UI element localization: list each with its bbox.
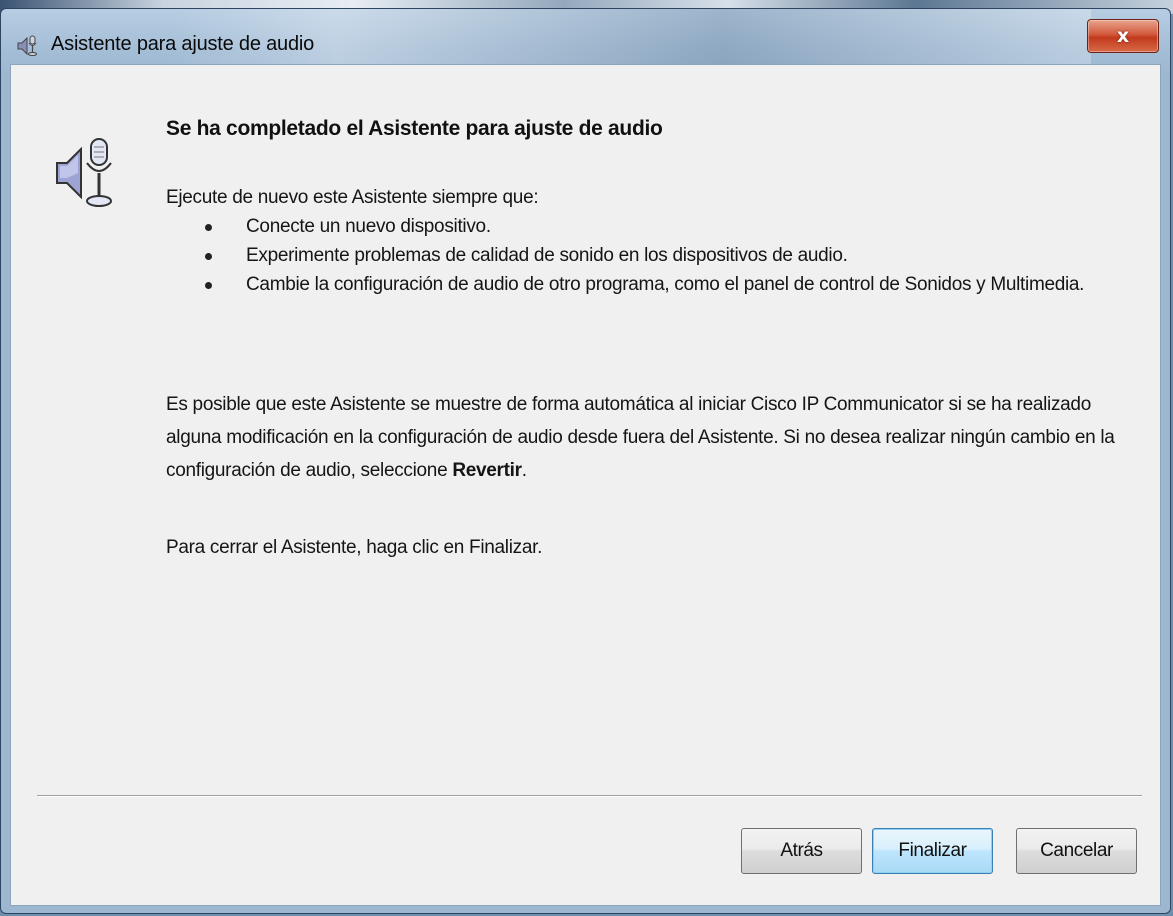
finish-button[interactable]: Finalizar — [872, 828, 993, 874]
title-bar[interactable]: Asistente para ajuste de audio x — [1, 9, 1170, 71]
close-instruction: Para cerrar el Asistente, haga clic en F… — [166, 537, 543, 558]
condition-list: Conecte un nuevo dispositivo. Experiment… — [203, 212, 1113, 299]
auto-launch-paragraph: Es posible que este Asistente se muestre… — [166, 394, 1115, 481]
audio-wizard-icon — [17, 35, 37, 56]
wizard-content: Se ha completado el Asistente para ajust… — [10, 64, 1161, 906]
list-item: Conecte un nuevo dispositivo. — [203, 212, 1113, 241]
close-button[interactable]: x — [1087, 19, 1159, 53]
back-button[interactable]: Atrás — [741, 828, 862, 874]
list-item: Experimente problemas de calidad de soni… — [203, 241, 1113, 270]
cancel-button[interactable]: Cancelar — [1016, 828, 1137, 874]
speaker-microphone-icon — [56, 138, 112, 207]
wizard-heading: Se ha completado el Asistente para ajust… — [166, 117, 663, 140]
close-icon: x — [1116, 25, 1130, 47]
intro-text: Ejecute de nuevo este Asistente siempre … — [166, 187, 539, 208]
list-item: Cambie la configuración de audio de otro… — [203, 270, 1113, 299]
bullet-icon — [205, 282, 212, 289]
bullet-icon — [205, 224, 212, 231]
revert-keyword: Revertir — [452, 460, 522, 481]
divider — [37, 795, 1142, 797]
bullet-icon — [205, 253, 212, 260]
window-title: Asistente para ajuste de audio — [51, 33, 315, 55]
wizard-dialog: Asistente para ajuste de audio x Se ha c… — [0, 8, 1171, 914]
